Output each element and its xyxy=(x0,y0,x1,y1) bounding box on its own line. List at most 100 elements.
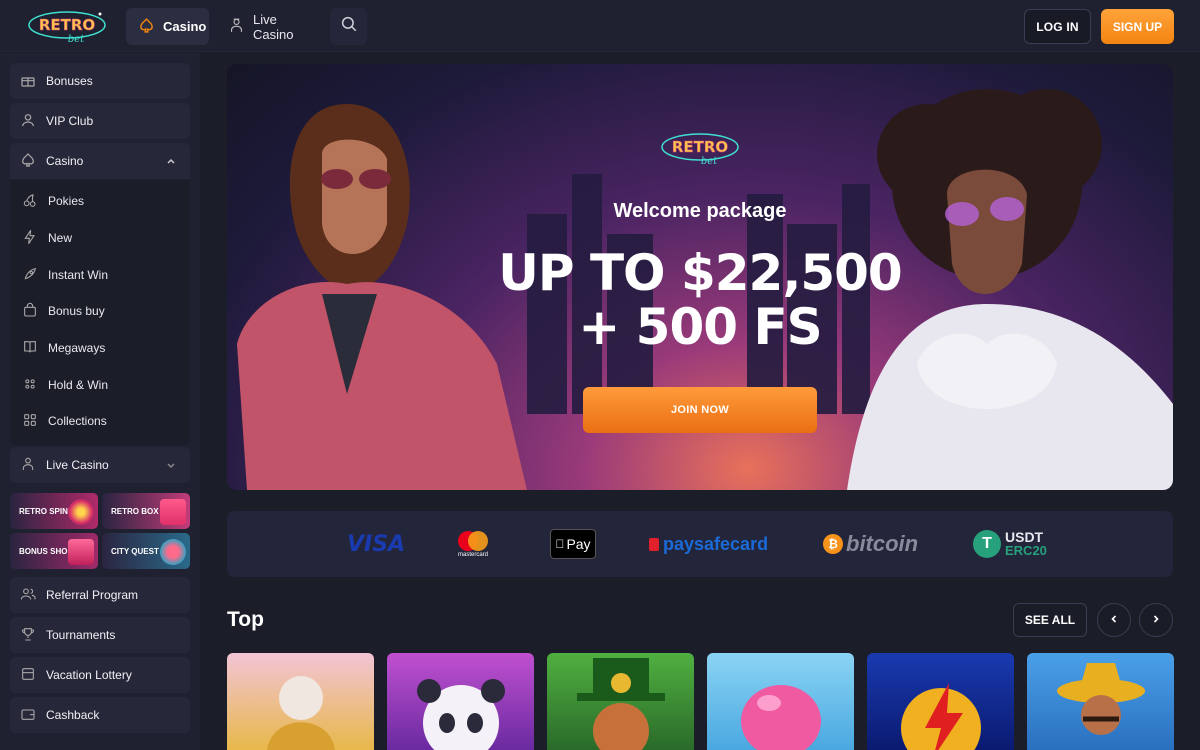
sidebar-item-label: Hold & Win xyxy=(48,378,109,392)
top-header: RETRO bet Casino Live Casino LOG IN SIGN… xyxy=(0,0,1200,52)
svg-text:bet: bet xyxy=(68,34,85,45)
sidebar-item-bonus-buy[interactable]: Bonus buy xyxy=(22,301,105,321)
retrobet-logo[interactable]: RETRO bet xyxy=(26,8,108,46)
dealer-icon xyxy=(228,17,245,37)
sidebar-item-live-casino[interactable]: Live Casino xyxy=(10,447,190,483)
welcome-banner[interactable]: RETRO bet Welcome package UP TO $22,500 … xyxy=(227,64,1173,490)
chevron-right-icon xyxy=(1151,611,1161,629)
search-icon xyxy=(340,15,358,38)
payment-methods-bar: VISA mastercard Pay paysafecard ₿ bitco… xyxy=(227,511,1173,577)
casino-submenu: Pokies New Instant Win Bonus buy Megaway… xyxy=(10,180,190,445)
promo-label: RETRO BOX xyxy=(111,506,159,516)
grid-icon xyxy=(22,412,38,431)
sidebar-item-label: VIP Club xyxy=(46,114,94,128)
wallet-icon xyxy=(20,706,36,725)
bitcoin-logo: ₿ bitcoin xyxy=(823,511,918,577)
sidebar-item-bonuses[interactable]: Bonuses xyxy=(10,63,190,99)
sidebar-item-label: Cashback xyxy=(46,708,100,722)
game-card-lightning[interactable] xyxy=(867,653,1014,750)
login-button[interactable]: LOG IN xyxy=(1024,9,1091,44)
search-button[interactable] xyxy=(330,8,367,45)
prev-button[interactable] xyxy=(1097,603,1131,637)
chevron-down-icon xyxy=(166,459,176,473)
sidebar-item-label: Bonuses xyxy=(46,74,93,88)
paysafecard-logo: paysafecard xyxy=(649,511,768,577)
sidebar-item-pokies[interactable]: Pokies xyxy=(22,191,84,211)
spade-icon xyxy=(20,152,36,171)
cherries-icon xyxy=(22,192,38,211)
sidebar-item-vip-club[interactable]: VIP Club xyxy=(10,103,190,139)
sidebar-item-megaways[interactable]: Megaways xyxy=(22,338,105,358)
promo-retro-box[interactable]: RETRO BOX xyxy=(102,493,190,529)
bag-icon xyxy=(22,302,38,321)
headline-line-1: UP TO $22,500 xyxy=(498,244,902,302)
sidebar-item-tournaments[interactable]: Tournaments xyxy=(10,617,190,653)
sidebar-item-new[interactable]: New xyxy=(22,228,72,248)
next-button[interactable] xyxy=(1139,603,1173,637)
sidebar-item-label: Casino xyxy=(46,154,84,168)
sidebar-item-casino[interactable]: Casino xyxy=(10,143,190,179)
trophy-icon xyxy=(20,626,36,645)
gift-icon xyxy=(20,72,36,91)
sidebar-item-cashback[interactable]: Cashback xyxy=(10,697,190,733)
sidebar-item-vacation-lottery[interactable]: Vacation Lottery xyxy=(10,657,190,693)
sidebar: Bonuses VIP Club Casino Pokies New Insta… xyxy=(0,53,200,750)
banner-welcome: Welcome package xyxy=(613,200,787,222)
chevron-left-icon xyxy=(1109,611,1119,629)
headline-line-2: + 500 FS xyxy=(578,298,822,356)
svg-text:bet: bet xyxy=(701,156,718,167)
game-card-candy[interactable] xyxy=(707,653,854,750)
promo-retro-spin[interactable]: RETRO SPIN xyxy=(10,493,98,529)
sidebar-item-hold-and-win[interactable]: Hold & Win xyxy=(22,375,108,395)
logo-text: RETRO xyxy=(39,16,95,34)
dealer-icon xyxy=(20,456,36,475)
sidebar-item-label: Pokies xyxy=(48,194,85,208)
nav-live-casino[interactable]: Live Casino xyxy=(216,8,326,45)
sidebar-item-label: Tournaments xyxy=(46,628,116,642)
sidebar-item-label: Referral Program xyxy=(46,588,139,602)
signup-button[interactable]: SIGN UP xyxy=(1101,9,1174,44)
banner-logo: RETRO xyxy=(672,138,728,156)
join-now-button[interactable]: JOIN NOW xyxy=(583,387,817,433)
nav-casino[interactable]: Casino xyxy=(126,8,209,45)
game-card-zeus[interactable] xyxy=(227,653,374,750)
see-all-button[interactable]: SEE ALL xyxy=(1013,603,1087,637)
game-card-panda[interactable] xyxy=(387,653,534,750)
promo-bonus-shop[interactable]: BONUS SHOP xyxy=(10,533,98,569)
nav-casino-label: Casino xyxy=(163,19,207,34)
banner-headline: UP TO $22,500 + 500 FS xyxy=(227,246,1173,354)
users-icon xyxy=(20,586,36,605)
sidebar-item-label: Megaways xyxy=(48,341,106,355)
mastercard-logo: mastercard xyxy=(455,511,491,577)
nav-live-casino-label: Live Casino xyxy=(253,11,294,42)
sidebar-item-collections[interactable]: Collections xyxy=(22,411,107,431)
sidebar-item-label: Bonus buy xyxy=(48,304,105,318)
sidebar-item-label: Collections xyxy=(48,414,107,428)
visa-logo: VISA xyxy=(347,531,406,557)
sidebar-item-label: Instant Win xyxy=(48,268,109,282)
game-card-leprechaun[interactable] xyxy=(547,653,694,750)
sidebar-item-instant-win[interactable]: Instant Win xyxy=(22,265,108,285)
usdt-logo: T USDT ERC20 xyxy=(973,511,1047,577)
promo-city-quest[interactable]: CITY QUEST xyxy=(102,533,190,569)
sidebar-item-label: New xyxy=(48,231,73,245)
shopping-bag-icon xyxy=(68,539,94,565)
spade-icon xyxy=(138,17,155,37)
map-pin-icon xyxy=(160,539,186,565)
dice-icon xyxy=(22,376,38,395)
sidebar-item-referral-program[interactable]: Referral Program xyxy=(10,577,190,613)
section-title-top: Top xyxy=(227,608,264,631)
chevron-up-icon xyxy=(166,155,176,169)
promo-label: RETRO SPIN xyxy=(19,506,68,516)
user-icon xyxy=(20,112,36,131)
promo-label: CITY QUEST xyxy=(111,546,159,556)
bolt-icon xyxy=(22,229,38,248)
sidebar-item-label: Live Casino xyxy=(46,458,109,472)
book-icon xyxy=(22,339,38,358)
promo-label: BONUS SHOP xyxy=(19,546,73,556)
gift-box-icon xyxy=(160,499,186,525)
sidebar-item-label: Vacation Lottery xyxy=(46,668,132,682)
applepay-logo: Pay xyxy=(550,511,596,577)
rocket-icon xyxy=(22,266,38,285)
game-card-mariachi[interactable] xyxy=(1027,653,1174,750)
